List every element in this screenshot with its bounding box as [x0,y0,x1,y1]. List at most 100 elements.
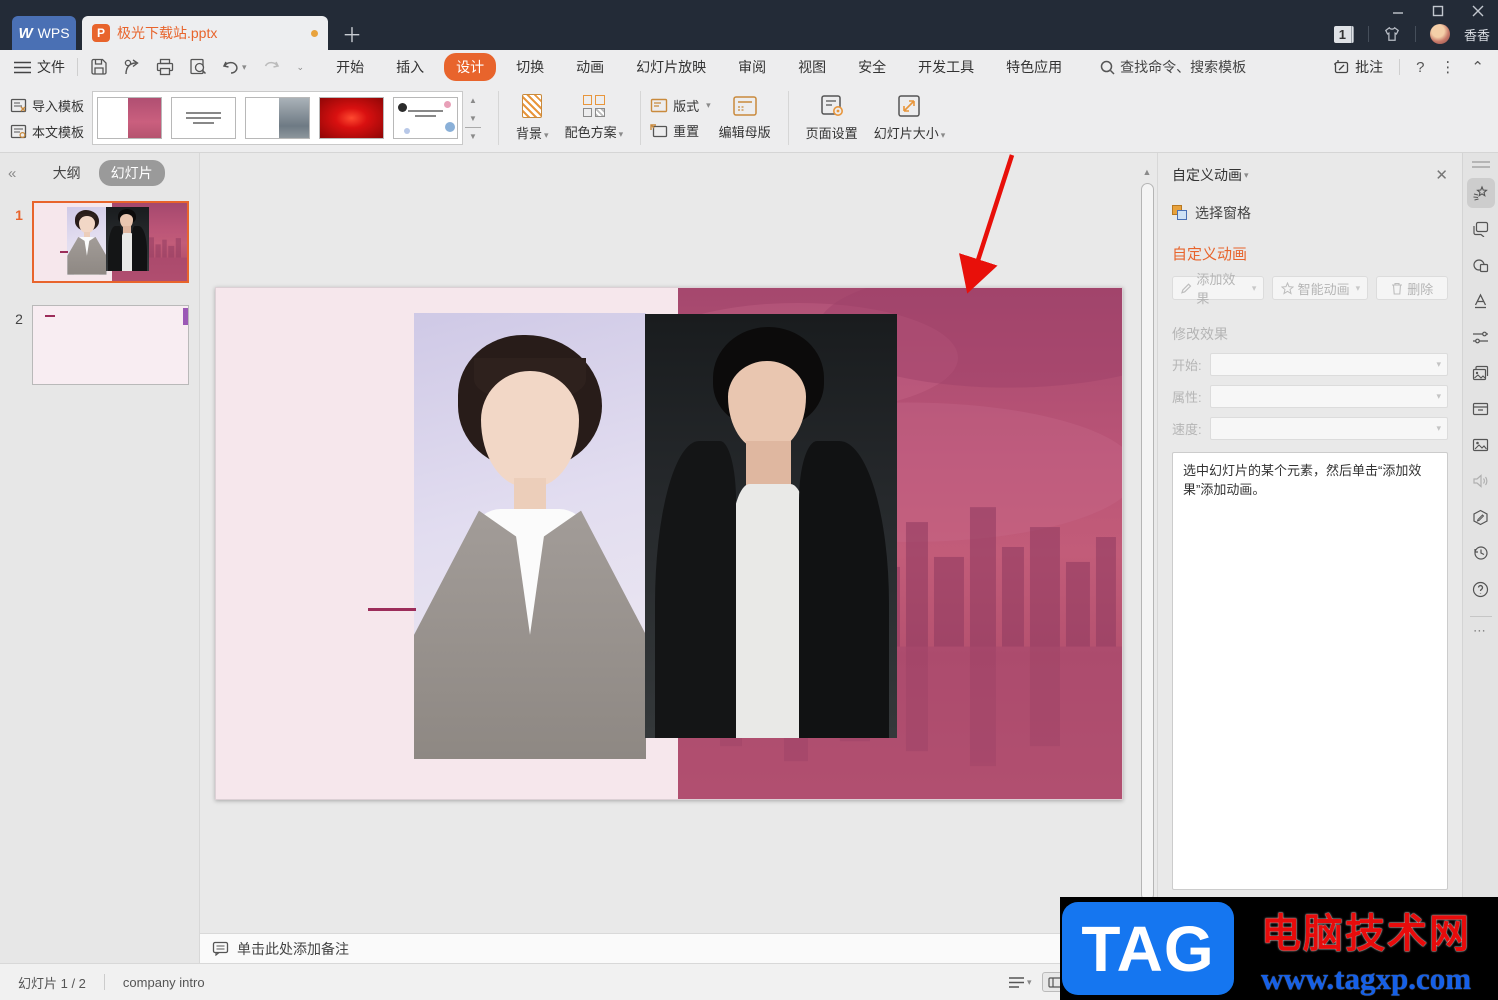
menu-home[interactable]: 开始 [324,53,376,81]
reset-button[interactable]: 重置 [650,121,711,140]
slide-canvas[interactable]: ▲ ▼ ▲ [200,153,1157,933]
wordart-pane-icon[interactable] [1467,286,1495,316]
delete-effect-button[interactable]: 删除 [1376,276,1448,300]
minimize-button[interactable] [1378,0,1418,22]
more-panes-icon[interactable]: ⋯ [1473,623,1488,639]
undo-icon[interactable]: ▾ [222,59,247,75]
comment-pane-icon[interactable] [1467,214,1495,244]
user-avatar[interactable] [1430,24,1450,44]
menu-special-apps[interactable]: 特色应用 [994,53,1074,81]
theme-name[interactable]: company intro [123,975,205,990]
output-icon[interactable] [123,58,141,76]
signature-pane-icon[interactable] [1467,502,1495,532]
template-thumbnail-gray-city[interactable] [245,97,310,139]
command-search[interactable]: 查找命令、搜索模板 [1100,57,1246,77]
menu-slideshow[interactable]: 幻灯片放映 [624,53,718,81]
smart-animation-button[interactable]: 智能动画 ▾ [1272,276,1368,300]
user-name[interactable]: 香香 [1464,25,1490,44]
menu-items: 开始 插入 设计 切换 动画 幻灯片放映 审阅 视图 安全 开发工具 特色应用 [324,53,1074,81]
print-icon[interactable] [156,58,174,76]
slide-thumbnail-1[interactable] [32,201,189,283]
tab-slides[interactable]: 幻灯片 [99,160,165,186]
menu-insert[interactable]: 插入 [384,53,436,81]
selection-pane-button[interactable]: 选择窗格 [1172,203,1448,223]
close-button[interactable] [1458,0,1498,22]
shapes-pane-icon[interactable] [1467,250,1495,280]
menu-transition[interactable]: 切换 [504,53,556,81]
archive-pane-icon[interactable] [1467,394,1495,424]
slide-size-button[interactable]: 幻灯片大小▾ [866,88,954,148]
color-scheme-button[interactable]: 配色方案▾ [557,88,632,148]
photo-man-black-jacket[interactable] [645,314,897,738]
template-thumbnail-title-text[interactable] [171,97,236,139]
slide-divider-line[interactable] [368,608,416,611]
star-icon [1281,282,1294,295]
background-button[interactable]: 背景▾ [508,88,557,148]
new-tab-button[interactable]: ＋ [342,16,362,50]
search-icon [1100,60,1115,75]
menu-review[interactable]: 审阅 [726,53,778,81]
asset-library-icon[interactable] [1467,358,1495,388]
add-effect-button[interactable]: 添加效果 ▾ [1172,276,1264,300]
scrollbar-thumb[interactable] [1141,183,1154,901]
menu-animation[interactable]: 动画 [564,53,616,81]
file-menu-button[interactable]: 文件 [14,57,65,77]
template-thumbnail-red-burst[interactable] [319,97,384,139]
animation-pane-icon[interactable] [1467,178,1495,208]
panel-title-dropdown-icon[interactable]: ▾ [1244,170,1249,181]
canvas-scrollbar[interactable]: ▲ ▼ ▲ [1137,153,1157,933]
template-thumbnail-pink-city[interactable] [97,97,162,139]
audio-pane-icon[interactable] [1467,466,1495,496]
doc-template-icon [10,124,27,139]
skin-icon[interactable] [1383,26,1401,42]
menu-security[interactable]: 安全 [846,53,898,81]
help-pane-icon[interactable] [1467,574,1495,604]
custom-animation-heading: 自定义动画 [1172,243,1448,264]
layout-button[interactable]: 版式▾ [650,96,711,115]
menu-devtools[interactable]: 开发工具 [906,53,986,81]
collapse-ribbon-icon[interactable]: ⌃ [1471,58,1484,76]
print-preview-icon[interactable] [189,58,207,76]
gallery-expand-icon[interactable]: ▼ [465,127,481,145]
import-template-button[interactable]: 导入模板 [10,96,84,115]
customize-toolbar-chevron-icon[interactable]: ⌄ [297,62,305,73]
more-options-icon[interactable]: ⋮ [1440,58,1455,76]
doc-template-button[interactable]: 本文模板 [10,122,84,141]
wps-home-tab[interactable]: W WPS [12,16,76,50]
scroll-up-icon[interactable]: ▲ [1143,167,1152,177]
menu-view[interactable]: 视图 [786,53,838,81]
notes-toggle-icon[interactable]: ▾ [1008,976,1032,989]
speed-dropdown[interactable]: ▾ [1210,417,1448,440]
notes-bar[interactable]: 单击此处添加备注 [200,933,1157,963]
background-icon [522,94,542,118]
help-icon[interactable]: ? [1416,59,1424,76]
slide-editing-area[interactable] [215,287,1123,800]
document-tab[interactable]: P 极光下载站.pptx [82,16,328,50]
document-title: 极光下载站.pptx [117,23,311,43]
maximize-button[interactable] [1418,0,1458,22]
gallery-scroll-up-icon[interactable]: ▲ [465,91,481,109]
gallery-scroll-down-icon[interactable]: ▼ [465,109,481,127]
start-dropdown[interactable]: ▾ [1210,353,1448,376]
photo-man-gray-suit[interactable] [414,313,646,759]
template-thumbnail-dots[interactable] [393,97,458,139]
save-icon[interactable] [90,58,108,76]
menu-design[interactable]: 设计 [444,53,496,81]
collapse-panel-icon[interactable]: « [8,165,16,182]
drag-handle-icon[interactable] [1472,161,1490,168]
edit-master-button[interactable]: 编辑母版 [711,88,779,148]
start-label: 开始: [1172,355,1210,374]
slide-thumbnail-2[interactable] [32,305,189,385]
property-label: 属性: [1172,387,1210,406]
tab-outline[interactable]: 大纲 [41,160,93,186]
page-setup-button[interactable]: 页面设置 [798,88,866,148]
comment-button[interactable]: 批注 [1333,57,1383,77]
settings-pane-icon[interactable] [1467,322,1495,352]
backup-count-badge[interactable]: 1 [1334,26,1354,43]
menubar: 文件 ▾ ⌄ 开始 插入 设计 切换 动画 幻灯片放映 审阅 视图 安全 [0,50,1498,84]
unsaved-dot-icon [311,30,318,37]
property-dropdown[interactable]: ▾ [1210,385,1448,408]
panel-close-icon[interactable]: ✕ [1435,166,1448,184]
picture-pane-icon[interactable] [1467,430,1495,460]
history-pane-icon[interactable] [1467,538,1495,568]
